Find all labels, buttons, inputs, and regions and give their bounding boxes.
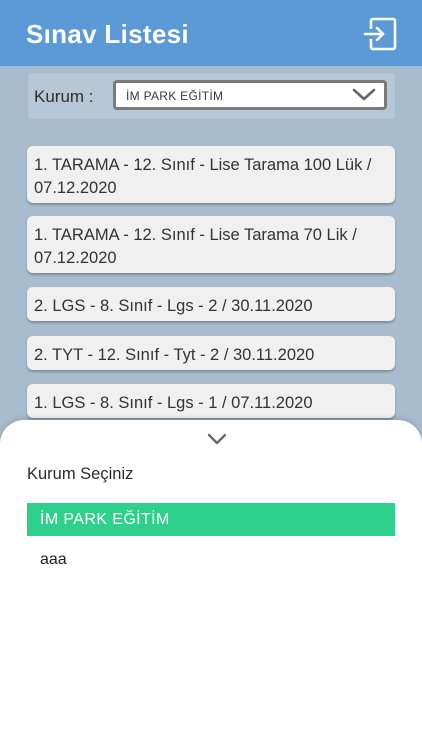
filter-label: Kurum : <box>34 87 94 106</box>
app-header: Sınav Listesi <box>0 0 422 66</box>
exam-list-item[interactable]: 1. TARAMA - 12. Sınıf - Lise Tarama 70 L… <box>27 216 395 273</box>
page-title: Sınav Listesi <box>26 19 189 49</box>
exam-list-item[interactable]: 1. TARAMA - 12. Sınıf - Lise Tarama 100 … <box>27 146 395 203</box>
institution-option[interactable]: İM PARK EĞİTİM <box>27 503 395 536</box>
exam-date-line: 07.12.2020 <box>34 249 117 267</box>
institution-select-value: İM PARK EĞİTİM <box>126 89 224 103</box>
logout-icon[interactable] <box>362 16 398 52</box>
institution-option[interactable]: aaa <box>27 543 395 576</box>
exam-date-line: 07.12.2020 <box>34 179 117 197</box>
chevron-down-icon <box>352 88 376 101</box>
exam-list-item[interactable]: 2. TYT - 12. Sınıf - Tyt - 2 / 30.11.202… <box>27 336 395 370</box>
exam-list-item[interactable]: 1. LGS - 8. Sınıf - Lgs - 1 / 07.11.2020 <box>27 384 395 418</box>
sheet-title: Kurum Seçiniz <box>27 465 134 483</box>
exam-title-line: 1. TARAMA - 12. Sınıf - Lise Tarama 100 … <box>34 156 372 174</box>
exam-list-item[interactable]: 2. LGS - 8. Sınıf - Lgs - 2 / 30.11.2020 <box>27 287 395 321</box>
institution-select[interactable]: İM PARK EĞİTİM <box>113 80 387 110</box>
chevron-down-icon[interactable] <box>206 432 228 446</box>
exam-title-line: 1. LGS - 8. Sınıf - Lgs - 1 / 07.11.2020 <box>34 394 313 412</box>
exam-title-line: 2. TYT - 12. Sınıf - Tyt - 2 / 30.11.202… <box>34 346 315 364</box>
institution-picker-sheet: Kurum Seçiniz İM PARK EĞİTİM aaa <box>0 420 422 750</box>
exam-title-line: 1. TARAMA - 12. Sınıf - Lise Tarama 70 L… <box>34 226 357 244</box>
exam-title-line: 2. LGS - 8. Sınıf - Lgs - 2 / 30.11.2020 <box>34 297 313 315</box>
institution-filter: Kurum : İM PARK EĞİTİM <box>28 73 395 119</box>
